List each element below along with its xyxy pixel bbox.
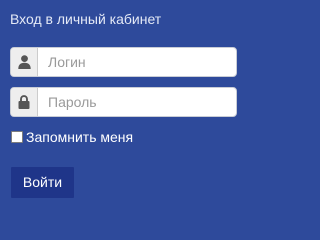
remember-me-checkbox[interactable]: [11, 131, 23, 143]
lock-icon: [18, 95, 30, 109]
login-field-addon: [11, 48, 38, 76]
login-input[interactable]: [39, 48, 236, 76]
remember-me[interactable]: Запомнить меня: [11, 128, 133, 146]
password-input[interactable]: [39, 88, 236, 116]
login-button[interactable]: Войти: [11, 167, 74, 198]
user-icon: [18, 55, 31, 69]
login-panel: Вход в личный кабинет Запомнить меня Вой…: [0, 0, 274, 220]
login-field: [10, 47, 237, 77]
password-field: [10, 87, 237, 117]
password-field-addon: [11, 88, 38, 116]
remember-me-label: Запомнить меня: [26, 129, 134, 145]
login-title: Вход в личный кабинет: [10, 11, 162, 27]
